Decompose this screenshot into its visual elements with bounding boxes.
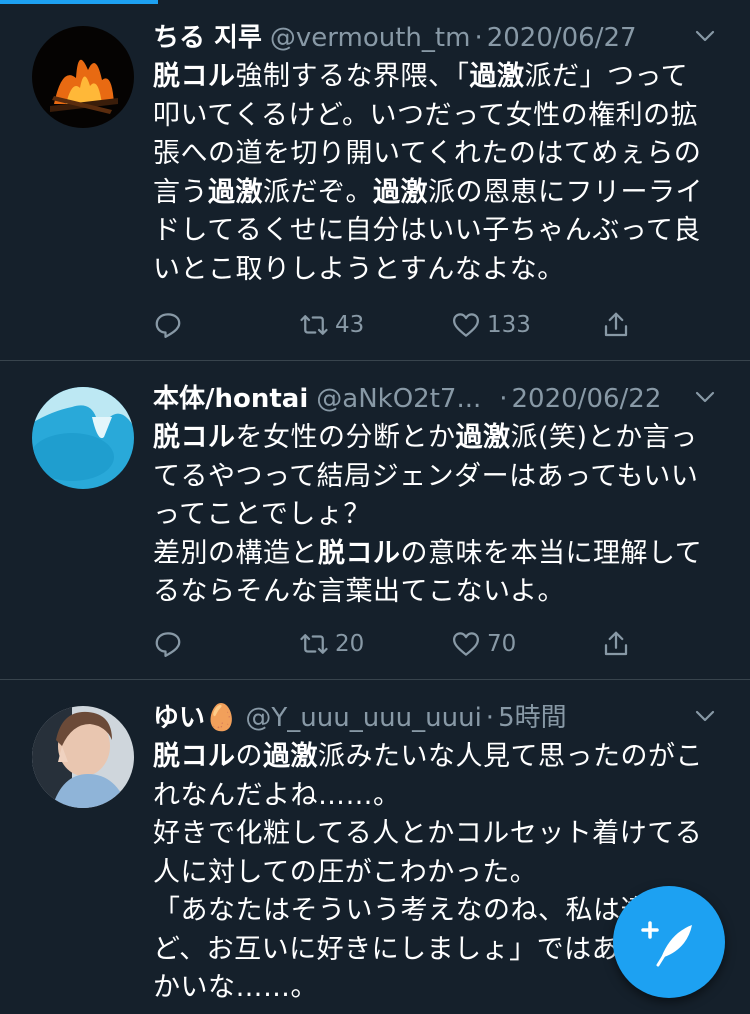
avatar[interactable] — [32, 706, 134, 808]
heart-icon — [453, 313, 479, 337]
tweet-actions: 20 70 — [153, 624, 633, 664]
tweet-content: 本体/hontai @aNkO2t7... · 2020/06/22 脱コルを女性の分… — [153, 379, 723, 612]
avatar[interactable] — [32, 387, 134, 489]
like-button[interactable]: 133 — [451, 305, 531, 345]
like-count: 70 — [487, 631, 517, 657]
compose-feather-icon — [641, 921, 692, 967]
meta-separator: · — [499, 384, 508, 414]
tweet-text: 脱コルを女性の分断とか過激派(笑)とか言っ てるやつって結局ジェンダーはあっても… — [153, 419, 723, 612]
author-name[interactable]: ゆい🥚 — [153, 703, 237, 733]
highlighted-keyword: 過激 — [208, 176, 263, 208]
tweet-header: 本体/hontai @aNkO2t7... · 2020/06/22 — [153, 379, 723, 419]
tweet[interactable]: ちる 지루 @vermouth_tm · 2020/06/27 脱コル強制するな界隈、… — [0, 0, 750, 361]
author-handle[interactable]: @aNkO2t7... — [316, 384, 481, 414]
tweet-actions: 43 133 — [153, 305, 633, 345]
reply-icon — [155, 313, 181, 338]
avatar[interactable] — [32, 26, 134, 128]
highlighted-keyword: 過激 — [373, 176, 428, 208]
text-segment: 強制するな界隈、「 — [235, 61, 470, 92]
highlighted-keyword: 過激 — [455, 422, 511, 453]
highlighted-keyword: 脱コル — [318, 537, 401, 569]
timestamp[interactable]: 2020/06/27 — [487, 23, 637, 53]
timestamp[interactable]: 2020/06/22 — [512, 384, 662, 414]
like-count: 133 — [487, 312, 531, 338]
retweet-count: 43 — [335, 312, 365, 338]
highlighted-keyword: 脱コル — [153, 422, 236, 453]
share-button[interactable] — [601, 305, 631, 345]
highlighted-keyword: 過激 — [263, 741, 318, 772]
compose-tweet-button[interactable] — [613, 886, 725, 998]
tweet-text: 脱コル強制するな界隈、「過激派だ」つって 叩いてくるけど。いつだって女性の権利の… — [153, 58, 723, 289]
meta-separator: · — [485, 703, 495, 733]
tweet[interactable]: 本体/hontai @aNkO2t7... · 2020/06/22 脱コルを女性の分… — [0, 361, 750, 680]
retweet-button[interactable]: 20 — [299, 624, 364, 664]
heart-icon — [453, 632, 479, 656]
tweet-content: ちる 지루 @vermouth_tm · 2020/06/27 脱コル強制するな界隈、… — [153, 18, 723, 289]
share-icon — [604, 312, 628, 337]
author-handle[interactable]: @vermouth_tm — [270, 23, 471, 53]
reply-icon — [155, 632, 181, 657]
retweet-icon — [300, 315, 328, 335]
text-segment: 派だぞ。 — [263, 176, 373, 208]
retweet-button[interactable]: 43 — [299, 305, 364, 345]
tweet-header: ゆい🥚 @Y_uuu_uuu_uuui · 5時間 — [153, 698, 723, 738]
highlighted-keyword: 脱コル — [153, 741, 236, 772]
chevron-down-icon[interactable] — [693, 385, 717, 409]
timestamp[interactable]: 5時間 — [498, 703, 567, 733]
chevron-down-icon[interactable] — [693, 24, 717, 48]
highlighted-keyword: 脱コル — [153, 61, 236, 92]
author-handle[interactable]: @Y_uuu_uuu_uuui — [245, 703, 481, 733]
retweet-icon — [300, 634, 328, 654]
share-icon — [604, 631, 628, 656]
meta-separator: · — [474, 23, 483, 53]
author-name[interactable]: 本体/hontai — [153, 384, 308, 414]
retweet-count: 20 — [335, 631, 365, 657]
reply-button[interactable] — [153, 305, 183, 345]
reply-button[interactable] — [153, 624, 183, 664]
tweet-header: ちる 지루 @vermouth_tm · 2020/06/27 — [153, 18, 723, 58]
text-segment: の — [235, 741, 263, 772]
author-name[interactable]: ちる 지루 — [153, 23, 262, 53]
highlighted-keyword: 過激 — [469, 61, 525, 92]
chevron-down-icon[interactable] — [693, 704, 717, 728]
like-button[interactable]: 70 — [451, 624, 516, 664]
share-button[interactable] — [601, 624, 631, 664]
text-segment: を女性の分断とか — [235, 422, 456, 453]
